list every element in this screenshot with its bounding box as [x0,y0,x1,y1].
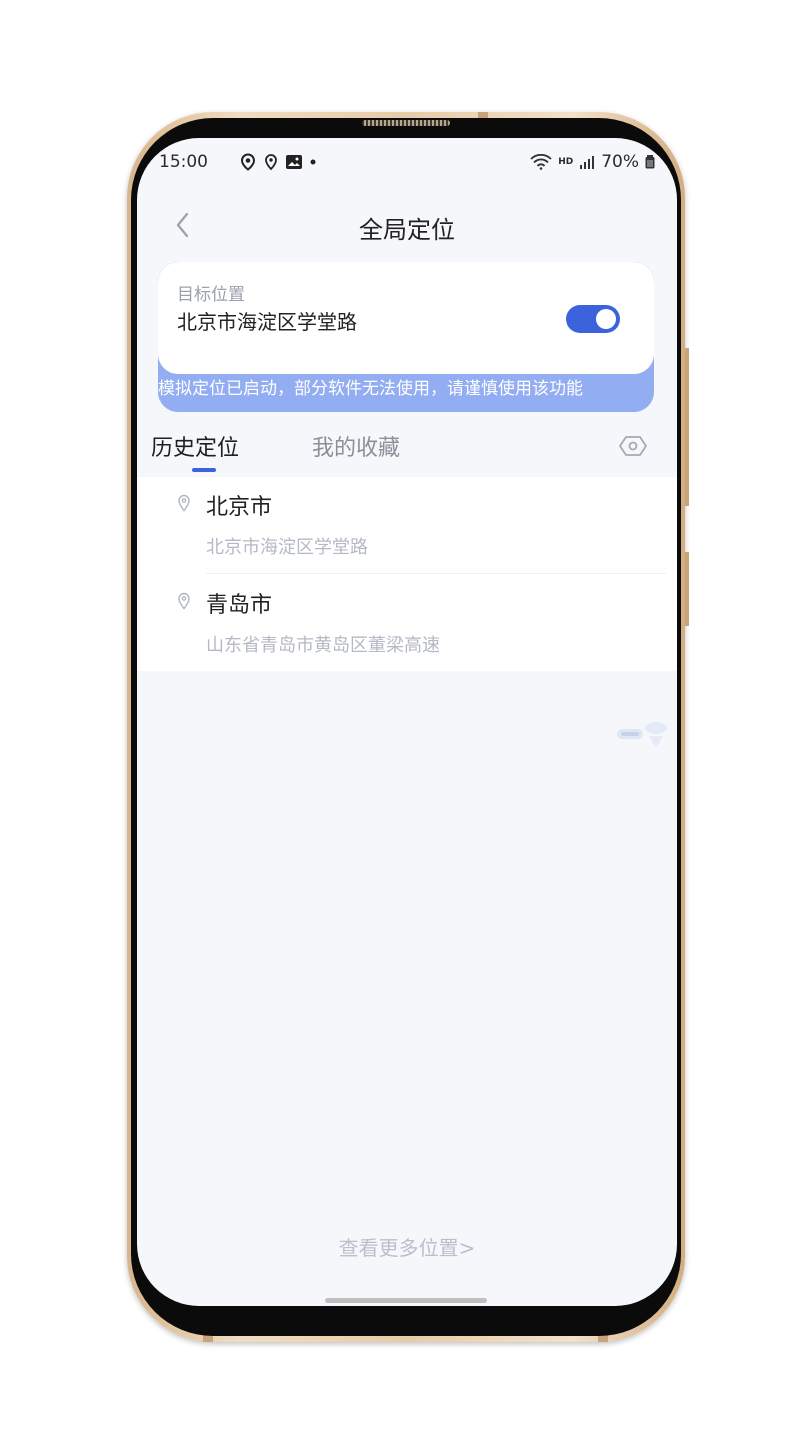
target-location-card: 目标位置 北京市海淀区学堂路 模拟定位已启动，部分软件无法使用，请谨慎使用该功能 [158,262,654,412]
history-list: 北京市 北京市海淀区学堂路 青岛市 山东省青岛市黄岛区董梁高速 [137,477,677,671]
view-more-link[interactable]: 查看更多位置> [137,1232,677,1261]
tab-favorites[interactable]: 我的收藏 [312,430,400,462]
list-item-city: 青岛市 [206,593,273,618]
pin-icon [178,592,190,610]
power-button [685,552,689,626]
header: 全局定位 [137,200,677,250]
list-item-city: 北京市 [206,495,273,520]
location-outline-icon [265,154,277,171]
target-card-body: 目标位置 北京市海淀区学堂路 [158,262,654,374]
phone-screen: 15:00 HD 70% 全局定位 目标位置 北京市海淀区学堂路 模拟定位已启动… [137,138,677,1306]
status-icons-left [239,153,317,171]
location-icon [240,153,256,171]
wifi-icon [530,154,552,170]
status-time: 15:00 [159,152,208,172]
tab-history[interactable]: 历史定位 [151,430,239,462]
mock-location-warning: 模拟定位已启动，部分软件无法使用，请谨慎使用该功能 [158,379,583,399]
signal-icon [580,156,595,169]
hd-icon: HD [558,157,574,167]
status-bar: 15:00 HD 70% [159,152,655,174]
divider [206,573,666,574]
home-indicator[interactable] [325,1298,487,1303]
list-item[interactable]: 北京市 北京市海淀区学堂路 [137,477,677,574]
status-icons-right: HD 70% [530,152,655,172]
list-item-address: 北京市海淀区学堂路 [206,537,368,558]
eye-icon[interactable] [619,434,647,458]
image-icon [286,155,302,169]
earpiece-speaker [362,120,450,126]
volume-button [685,348,689,506]
active-tab-indicator [192,468,216,472]
pin-icon [178,494,190,512]
battery-percent: 70% [601,152,639,172]
page-title: 全局定位 [359,216,455,244]
toggle-knob [596,309,616,329]
target-label: 目标位置 [177,285,245,305]
floating-joystick-icon[interactable] [615,720,671,752]
battery-icon [645,155,655,169]
mock-location-toggle[interactable] [566,305,620,333]
dot-icon [310,159,316,165]
list-item[interactable]: 青岛市 山东省青岛市黄岛区董梁高速 [137,575,677,672]
location-tabs: 历史定位 我的收藏 [137,426,677,474]
list-item-address: 山东省青岛市黄岛区董梁高速 [206,635,440,656]
target-location[interactable]: 北京市海淀区学堂路 [177,306,357,335]
